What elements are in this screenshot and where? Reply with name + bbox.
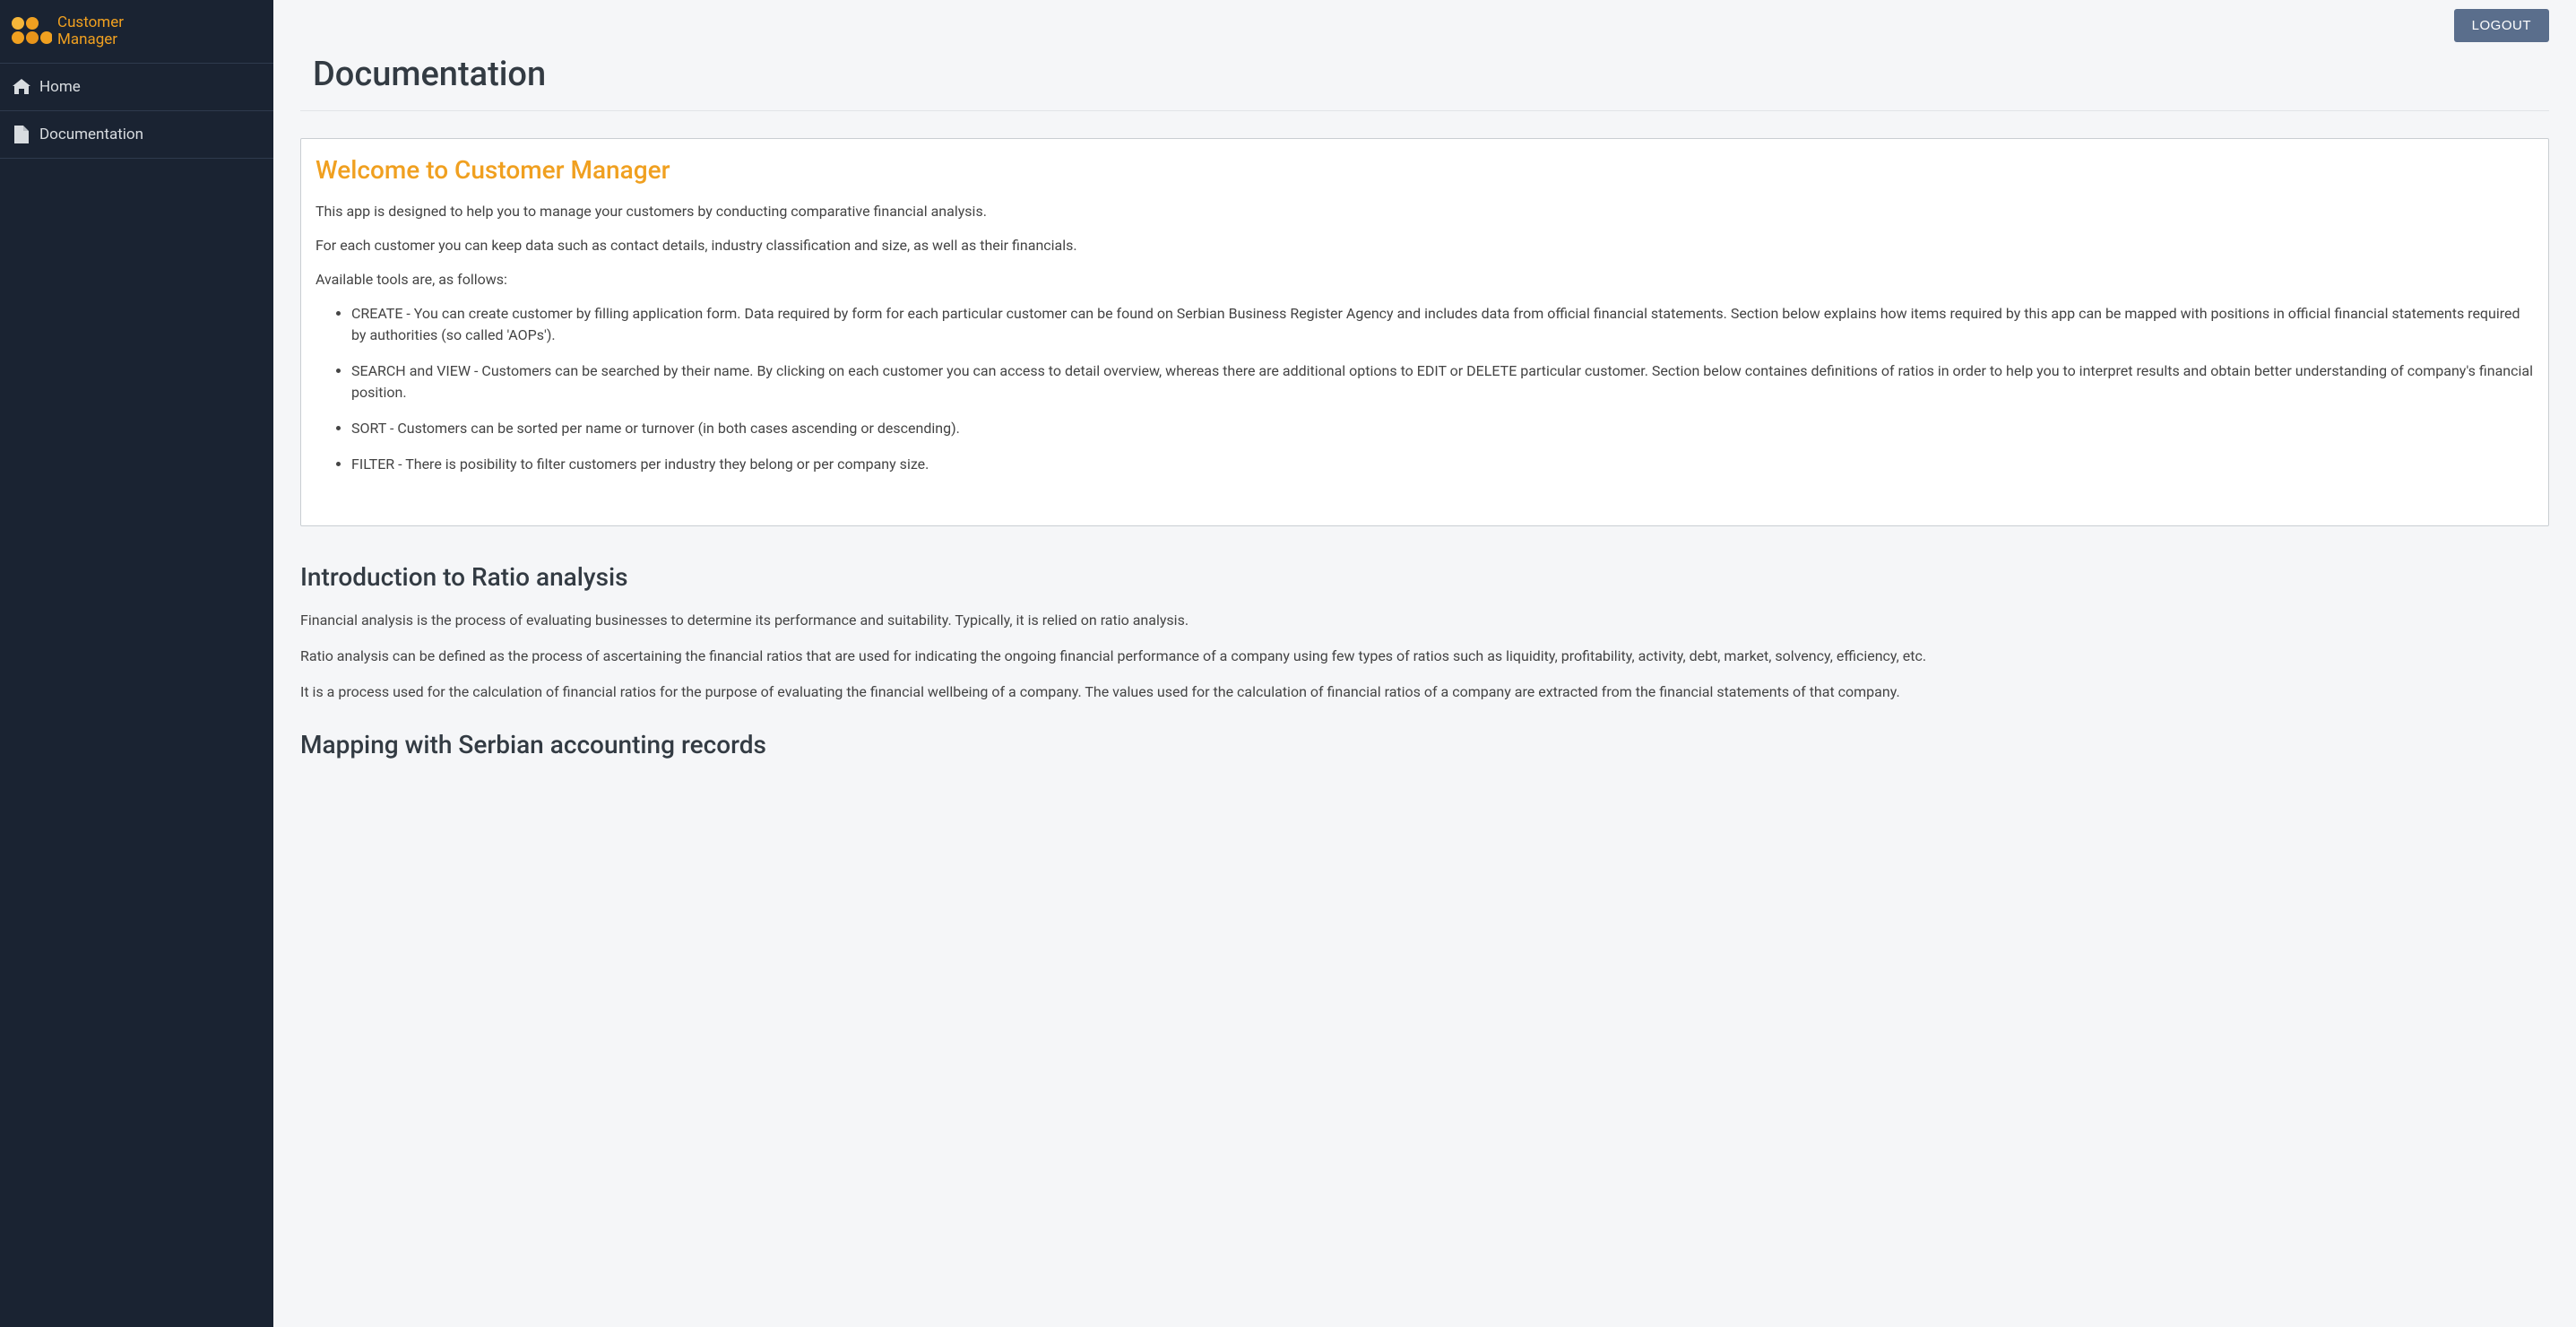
tools-list: CREATE - You can create customer by fill…	[316, 303, 2534, 475]
welcome-paragraph: Available tools are, as follows:	[316, 269, 2534, 291]
list-item: CREATE - You can create customer by fill…	[351, 303, 2534, 346]
logout-button[interactable]: LOGOUT	[2454, 9, 2549, 42]
list-item: SEARCH and VIEW - Customers can be searc…	[351, 360, 2534, 403]
welcome-paragraph: For each customer you can keep data such…	[316, 235, 2534, 256]
home-icon	[13, 78, 30, 96]
intro-heading: Introduction to Ratio analysis	[300, 562, 2549, 592]
welcome-title: Welcome to Customer Manager	[316, 155, 2534, 185]
sidebar-item-label: Documentation	[39, 126, 143, 143]
welcome-card: Welcome to Customer Manager This app is …	[300, 138, 2549, 526]
welcome-paragraph: This app is designed to help you to mana…	[316, 201, 2534, 222]
sidebar-item-label: Home	[39, 78, 81, 96]
brand-line1: Customer	[57, 14, 124, 31]
intro-paragraph: Ratio analysis can be defined as the pro…	[300, 646, 2549, 667]
list-item: FILTER - There is posibility to filter c…	[351, 454, 2534, 475]
brand-logo[interactable]: Customer Manager	[0, 0, 273, 63]
page-title: Documentation	[300, 51, 2549, 111]
brand-line2: Manager	[57, 31, 124, 48]
sidebar-item-documentation[interactable]: Documentation	[0, 111, 273, 159]
brand-text: Customer Manager	[57, 14, 124, 48]
sidebar-item-home[interactable]: Home	[0, 64, 273, 111]
main-content: LOGOUT Documentation Welcome to Customer…	[273, 0, 2576, 1327]
nav-list: Home Documentation	[0, 63, 273, 159]
intro-paragraph: It is a process used for the calculation…	[300, 681, 2549, 703]
intro-paragraph: Financial analysis is the process of eva…	[300, 610, 2549, 631]
logo-icon	[9, 14, 52, 48]
list-item: SORT - Customers can be sorted per name …	[351, 418, 2534, 439]
document-icon	[13, 126, 30, 143]
mapping-heading: Mapping with Serbian accounting records	[300, 730, 2549, 759]
topbar: LOGOUT	[300, 0, 2549, 51]
sidebar: Customer Manager Home	[0, 0, 273, 1327]
